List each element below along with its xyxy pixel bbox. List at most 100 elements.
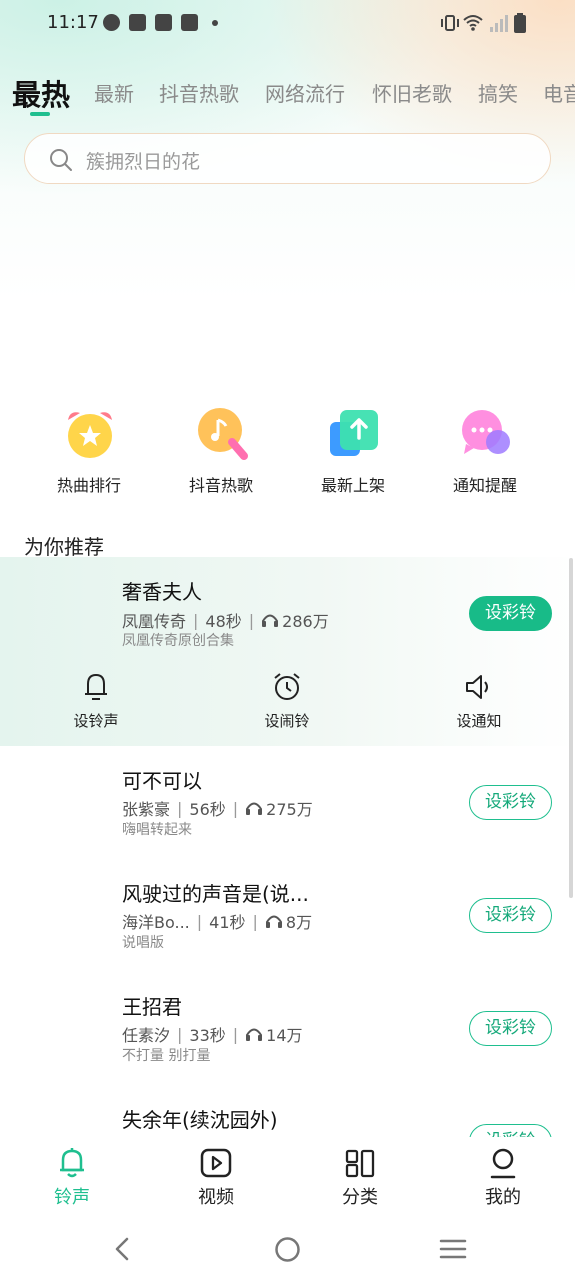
status-bar: 11:17 — [0, 0, 575, 48]
battery-icon — [514, 13, 526, 33]
action-label: 设铃声 — [73, 712, 119, 730]
song-title: 王招君 — [122, 995, 182, 1019]
nav-label: 视频 — [198, 1187, 234, 1208]
bottom-navigation: 铃声 视频 分类 我的 — [0, 1137, 575, 1222]
tab-funny[interactable]: 搞笑 — [478, 78, 518, 107]
tab-hottest[interactable]: 最热 — [12, 72, 70, 114]
tab-electronic[interactable]: 电音 — [543, 78, 575, 107]
separator: | — [193, 610, 199, 630]
recent-apps-icon[interactable] — [439, 1238, 467, 1260]
upload-arrow-icon — [330, 410, 378, 456]
separator: | — [248, 610, 255, 630]
set-ringtone-button[interactable]: 设铃声 — [51, 672, 141, 731]
chat-bubble-icon — [462, 410, 510, 454]
quick-link-new-arrivals[interactable]: 最新上架 — [303, 408, 403, 498]
headphones-icon — [265, 915, 282, 928]
action-label: 设通知 — [456, 712, 502, 730]
song-duration: 48秒 — [205, 612, 242, 631]
cell-signal-icon — [490, 15, 508, 32]
song-plays: 8万 — [285, 913, 313, 932]
set-ringback-button[interactable]: 设彩铃 — [469, 785, 552, 820]
search-bar[interactable]: 簇拥烈日的花 — [24, 133, 551, 184]
shopping-bag-icon — [181, 14, 198, 31]
song-item[interactable]: 可不可以 张紫豪 | 56秒 | 275万 嗨唱转起来 设彩铃 — [0, 758, 575, 858]
song-subtitle: 凤凰传奇原创合集 — [122, 633, 234, 649]
system-navigation-bar — [0, 1222, 575, 1280]
bell-icon — [85, 673, 107, 700]
vibrate-icon — [441, 15, 459, 31]
song-title: 奢香夫人 — [122, 580, 202, 604]
separator: | — [252, 911, 258, 931]
song-meta: 凤凰传奇 | 48秒 | 286万 — [122, 608, 329, 632]
quick-link-label: 最新上架 — [320, 476, 385, 495]
nav-categories[interactable]: 分类 — [320, 1147, 400, 1209]
song-duration: 33秒 — [189, 1026, 226, 1045]
song-subtitle: 说唱版 — [122, 935, 164, 951]
song-duration: 56秒 — [189, 800, 226, 819]
scrollbar[interactable] — [569, 558, 573, 898]
quick-link-label: 抖音热歌 — [188, 476, 253, 495]
song-artist: 张紫豪 — [122, 800, 171, 819]
tab-nostalgic[interactable]: 怀旧老歌 — [372, 78, 452, 107]
nav-ringtones[interactable]: 铃声 — [32, 1147, 112, 1209]
set-ringback-button[interactable]: 设彩铃 — [469, 596, 552, 631]
music-note-icon — [198, 408, 248, 460]
nav-label: 分类 — [342, 1187, 378, 1208]
separator: | — [232, 1024, 239, 1044]
alarm-star-icon — [68, 412, 112, 458]
song-artist: 海洋Bo... — [122, 913, 190, 932]
nav-profile[interactable]: 我的 — [463, 1147, 543, 1209]
quick-link-notifications[interactable]: 通知提醒 — [435, 408, 535, 498]
song-item[interactable]: 奢香夫人 凤凰传奇 | 48秒 | 286万 凤凰传奇原创合集 设彩铃 — [0, 557, 575, 657]
search-placeholder: 簇拥烈日的花 — [86, 151, 201, 173]
set-ringback-button[interactable]: 设彩铃 — [469, 898, 552, 933]
bell-icon — [60, 1148, 84, 1178]
song-item[interactable]: 王招君 任素汐 | 33秒 | 14万 不打量 别打量 设彩铃 — [0, 984, 575, 1084]
shopping-bag-icon — [155, 14, 172, 31]
category-tabs: 最热 最新 抖音热歌 网络流行 怀旧老歌 搞笑 电音 — [0, 70, 575, 120]
song-title: 可不可以 — [122, 769, 202, 793]
video-play-icon — [200, 1148, 232, 1178]
home-icon[interactable] — [274, 1236, 301, 1263]
headphones-icon — [246, 1028, 263, 1041]
set-ringback-button[interactable]: 设彩铃 — [469, 1124, 552, 1137]
song-item[interactable]: 风驶过的声音是(说... 海洋Bo... | 41秒 | 8万 说唱版 设彩铃 — [0, 871, 575, 971]
wifi-icon — [463, 15, 483, 31]
song-artist: 任素汐 — [122, 1026, 171, 1045]
song-title: 失余年(续沈园外) — [122, 1108, 278, 1132]
person-icon — [490, 1148, 516, 1179]
song-artist: 凤凰传奇 — [122, 612, 187, 631]
nav-label: 我的 — [485, 1187, 521, 1208]
quick-link-hot-chart[interactable]: 热曲排行 — [39, 408, 139, 498]
song-plays: 286万 — [282, 612, 329, 631]
shopping-bag-icon — [129, 14, 146, 31]
search-icon — [50, 149, 72, 171]
song-meta: 张紫豪 | 56秒 | 275万 — [122, 796, 313, 820]
section-title-recommended: 为你推荐 — [24, 535, 104, 559]
quick-link-label: 通知提醒 — [452, 476, 517, 495]
song-title: 风驶过的声音是(说... — [122, 882, 309, 906]
separator: | — [177, 798, 183, 818]
song-plays: 14万 — [266, 1026, 303, 1045]
song-plays: 275万 — [266, 800, 313, 819]
quick-link-label: 热曲排行 — [56, 476, 121, 495]
tab-newest[interactable]: 最新 — [94, 78, 134, 107]
song-item[interactable]: 失余年(续沈园外) 设彩铃 — [0, 1097, 575, 1137]
grid-category-icon — [345, 1149, 375, 1178]
set-ringback-button[interactable]: 设彩铃 — [469, 1011, 552, 1046]
tab-douyin-hits[interactable]: 抖音热歌 — [159, 78, 239, 107]
speedometer-icon — [103, 14, 120, 31]
separator: | — [232, 798, 239, 818]
back-icon[interactable] — [110, 1236, 134, 1262]
status-time: 11:17 — [47, 12, 99, 33]
set-alarm-button[interactable]: 设闹铃 — [242, 672, 332, 731]
tab-internet-popular[interactable]: 网络流行 — [265, 78, 345, 107]
more-notifications-dot — [212, 20, 218, 26]
action-label: 设闹铃 — [264, 712, 310, 730]
speaker-icon — [466, 675, 488, 699]
nav-video[interactable]: 视频 — [176, 1147, 256, 1209]
song-subtitle: 不打量 别打量 — [122, 1048, 211, 1064]
song-meta: 海洋Bo... | 41秒 | 8万 — [122, 909, 312, 933]
set-notification-button[interactable]: 设通知 — [434, 672, 524, 731]
quick-link-douyin-hits[interactable]: 抖音热歌 — [171, 408, 271, 498]
